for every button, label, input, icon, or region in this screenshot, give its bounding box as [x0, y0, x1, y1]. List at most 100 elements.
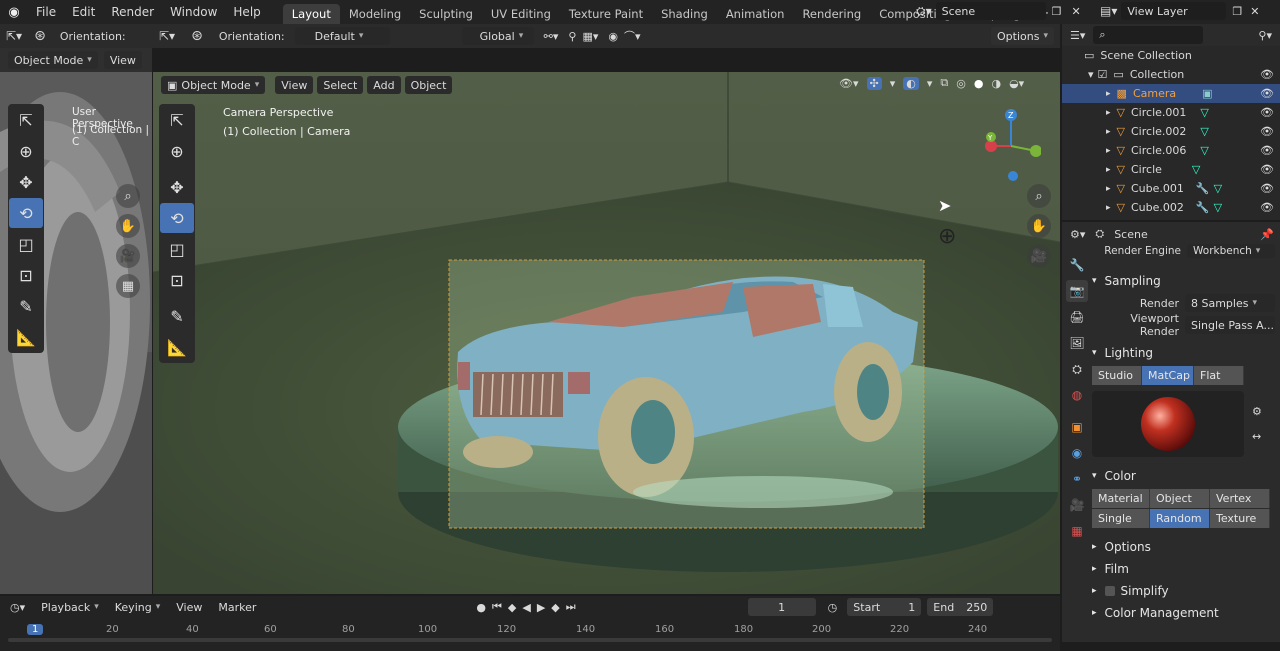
tab-sculpting[interactable]: Sculpting: [410, 4, 482, 24]
remove-scene-icon[interactable]: ✕: [1072, 5, 1081, 18]
eye-icon[interactable]: 👁: [1260, 68, 1274, 81]
current-frame-field[interactable]: 1: [747, 598, 816, 616]
color-random-button[interactable]: Random: [1150, 509, 1210, 528]
menu-window[interactable]: Window: [162, 5, 225, 19]
matcap-flip-icon[interactable]: ↔: [1252, 430, 1262, 443]
end-frame-field[interactable]: End 250: [927, 598, 994, 616]
move-tool[interactable]: ✥: [9, 167, 43, 197]
move-tool[interactable]: ✥: [160, 172, 194, 202]
scale-tool[interactable]: ◰: [9, 229, 43, 259]
render-tab-icon[interactable]: 📷: [1066, 280, 1088, 302]
tab-shading[interactable]: Shading: [652, 4, 717, 24]
gizmo-toggle-icon[interactable]: ✣: [866, 76, 882, 90]
eye-icon[interactable]: 👁: [1260, 144, 1274, 157]
outliner-item-circle[interactable]: ▸ ▽ Circle ▽ 👁: [1062, 160, 1280, 179]
measure-tool[interactable]: 📐: [160, 332, 194, 362]
cursor-tool[interactable]: ⊕: [9, 136, 43, 166]
add-menu[interactable]: Add: [367, 76, 401, 94]
collapse-arrow-icon[interactable]: ▾: [1088, 68, 1094, 81]
select-mode-icon[interactable]: ⇱▾: [159, 29, 175, 43]
render-samples-dropdown[interactable]: 8 Samples: [1185, 294, 1275, 312]
color-single-button[interactable]: Single: [1092, 509, 1150, 528]
transform-pivot-icon[interactable]: ⊛: [34, 28, 46, 44]
lighting-panel-header[interactable]: ▾ Lighting: [1092, 342, 1280, 364]
marker-menu[interactable]: Marker: [212, 598, 262, 616]
rotate-tool[interactable]: ⟲: [9, 198, 43, 228]
eye-icon[interactable]: 👁: [1260, 182, 1274, 195]
outliner-item-cube-002[interactable]: ▸ ▽ Cube.002 🔧 ▽ 👁: [1062, 198, 1280, 217]
texture-tab-icon[interactable]: ▦: [1066, 520, 1088, 542]
select-menu[interactable]: Select: [317, 76, 364, 94]
scene-name-field[interactable]: Scene: [935, 2, 1046, 20]
world-tab-icon[interactable]: ◍: [1066, 384, 1088, 406]
new-scene-icon[interactable]: ❐: [1052, 5, 1062, 18]
tab-uv-editing[interactable]: UV Editing: [482, 4, 560, 24]
outliner-search-input[interactable]: ⌕: [1093, 26, 1204, 44]
color-vertex-button[interactable]: Vertex: [1210, 489, 1270, 508]
record-icon[interactable]: ●: [476, 601, 486, 614]
options-panel-header[interactable]: ▸ Options: [1092, 536, 1280, 558]
scene-tab-icon[interactable]: ⛭: [1066, 358, 1088, 380]
orientation-dropdown[interactable]: Default: [294, 27, 390, 45]
camera-view-icon[interactable]: 🎥: [116, 244, 140, 268]
grid-toggle-icon[interactable]: ▦: [116, 274, 140, 298]
view-menu[interactable]: View: [275, 76, 314, 94]
keying-menu[interactable]: Keying: [109, 598, 166, 616]
rotate-tool[interactable]: ⟲: [160, 203, 194, 233]
color-texture-button[interactable]: Texture: [1210, 509, 1270, 528]
editor-type-icon[interactable]: ◷▾: [10, 601, 25, 614]
outliner-item-circle-001[interactable]: ▸ ▽ Circle.001 ▽ 👁: [1062, 103, 1280, 122]
xray-toggle-icon[interactable]: ⧉: [940, 76, 948, 90]
matcap-settings-icon[interactable]: ⚙: [1252, 405, 1262, 418]
eye-icon[interactable]: 👁: [1260, 106, 1274, 119]
simplify-checkbox[interactable]: [1104, 586, 1115, 596]
scale-tool[interactable]: ◰: [160, 234, 194, 264]
select-box-tool[interactable]: ⇱: [9, 105, 43, 135]
select-mode-icon[interactable]: ⇱▾: [6, 29, 22, 43]
outliner-item-circle-002[interactable]: ▸ ▽ Circle.002 ▽ 👁: [1062, 122, 1280, 141]
eye-icon[interactable]: 👁: [1260, 87, 1274, 100]
playback-menu[interactable]: Playback: [35, 598, 105, 616]
render-engine-dropdown[interactable]: Workbench: [1187, 244, 1275, 258]
left-viewport[interactable]: ⇱▾ ⊛ Orientation: Object Mode View User …: [0, 24, 152, 594]
eye-icon[interactable]: 👁: [1260, 201, 1274, 214]
menu-help[interactable]: Help: [225, 5, 268, 19]
outliner-item-circle-006[interactable]: ▸ ▽ Circle.006 ▽ 👁: [1062, 141, 1280, 160]
tab-modeling[interactable]: Modeling: [340, 4, 410, 24]
transform-tool[interactable]: ⊡: [160, 265, 194, 295]
falloff-icon[interactable]: ⌒▾: [624, 28, 641, 44]
next-keyframe-icon[interactable]: ◆: [551, 601, 559, 614]
tab-layout[interactable]: Layout: [282, 4, 340, 24]
color-material-button[interactable]: Material: [1092, 489, 1150, 508]
outliner-scene-collection[interactable]: ▭ Scene Collection: [1062, 46, 1280, 65]
camera-view-icon[interactable]: 🎥: [1027, 244, 1051, 268]
menu-edit[interactable]: Edit: [64, 5, 103, 19]
wireframe-shading-icon[interactable]: ◎: [956, 77, 966, 90]
transform-pivot-icon[interactable]: ⊛: [191, 28, 203, 44]
tool-tab-icon[interactable]: 🔧: [1066, 254, 1088, 276]
checkbox-icon[interactable]: ☑: [1098, 68, 1108, 81]
constraints-tab-icon[interactable]: ⚭: [1066, 468, 1088, 490]
eye-icon[interactable]: 👁: [1260, 125, 1274, 138]
select-box-tool[interactable]: ⇱: [160, 105, 194, 135]
view-layer-selector[interactable]: ▤▾ View Layer ❐ ✕: [1100, 2, 1259, 20]
snap-icon[interactable]: ⚲: [568, 30, 576, 43]
jump-start-icon[interactable]: ⏮: [492, 600, 502, 614]
snap-target-icon[interactable]: ▦▾: [582, 30, 598, 43]
tab-animation[interactable]: Animation: [717, 4, 794, 24]
annotate-tool[interactable]: ✎: [9, 291, 43, 321]
object-mode-dropdown[interactable]: ▣ Object Mode: [161, 76, 266, 94]
play-reverse-icon[interactable]: ◀: [522, 601, 530, 614]
new-view-layer-icon[interactable]: ❐: [1232, 5, 1242, 18]
zoom-icon[interactable]: ⌕: [116, 184, 140, 208]
frame-ruler[interactable]: 1 20 40 60 80 100 120 140 160 180 200 22…: [0, 622, 1060, 636]
measure-tool[interactable]: 📐: [9, 322, 43, 352]
start-frame-field[interactable]: Start 1: [847, 598, 922, 616]
blender-logo-icon[interactable]: ◉: [0, 5, 28, 20]
simplify-panel-header[interactable]: ▸ Simplify: [1092, 580, 1280, 602]
main-viewport[interactable]: ⇱▾ ⊛ Orientation: Default Global ⚯▾ ⚲ ▦▾…: [153, 24, 1060, 594]
display-mode-icon[interactable]: ☰▾: [1070, 29, 1085, 42]
pan-hand-icon[interactable]: ✋: [116, 214, 140, 238]
view-layer-field[interactable]: View Layer: [1121, 2, 1227, 20]
clock-icon[interactable]: ◷: [828, 601, 838, 614]
